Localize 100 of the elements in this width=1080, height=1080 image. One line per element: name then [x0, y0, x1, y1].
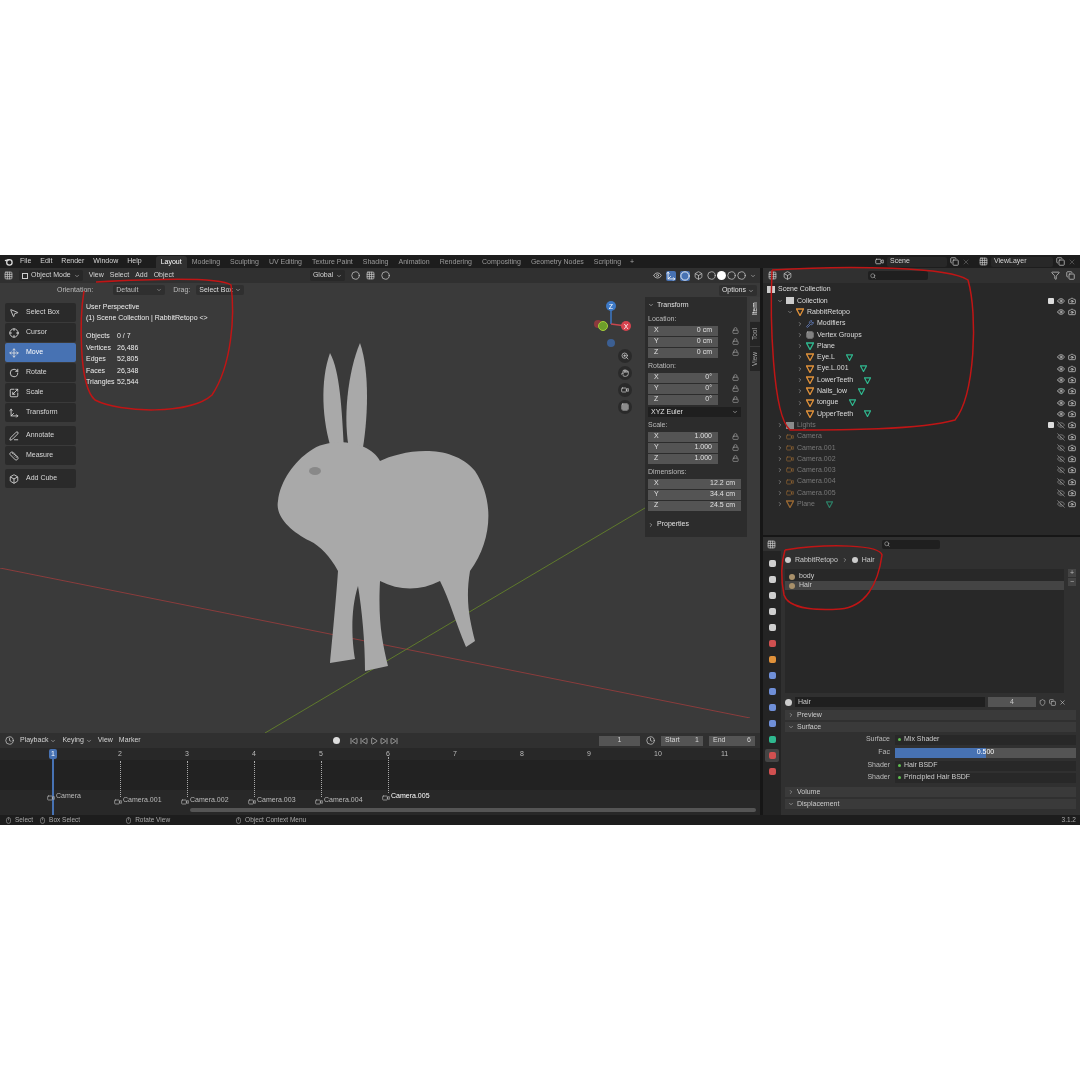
eye-icon[interactable]: [1057, 364, 1065, 373]
material-shading-icon[interactable]: [727, 271, 736, 280]
caret-icon[interactable]: [336, 272, 343, 279]
caret-icon[interactable]: [732, 409, 738, 415]
breadcrumb-icon: [785, 557, 791, 563]
close-icon[interactable]: [1059, 698, 1066, 706]
lock-icon[interactable]: [732, 374, 739, 381]
camera-marker-icon[interactable]: [315, 797, 323, 806]
search-field[interactable]: [868, 271, 928, 280]
pen-icon[interactable]: [9, 430, 19, 441]
jump-start-icon[interactable]: [349, 736, 358, 745]
rotate-icon[interactable]: [9, 367, 19, 378]
rendered-shading-icon[interactable]: [737, 271, 746, 280]
camera-icon[interactable]: [1068, 364, 1076, 373]
crosshair-icon[interactable]: [9, 327, 19, 338]
pivot-icon[interactable]: [351, 271, 361, 280]
editor-type-icon[interactable]: [4, 271, 13, 280]
marker-line: [254, 760, 255, 797]
copy-icon[interactable]: [1049, 698, 1056, 706]
display-mode-icon[interactable]: [783, 271, 792, 280]
transform-icon[interactable]: [9, 407, 19, 418]
shield-icon[interactable]: [1039, 698, 1046, 706]
lock-icon[interactable]: [732, 338, 739, 345]
scene-icon[interactable]: [875, 257, 884, 266]
marker-line: [321, 760, 322, 797]
eye-icon[interactable]: [1057, 387, 1065, 396]
camera-icon: [786, 477, 794, 486]
hand-icon[interactable]: [621, 369, 629, 377]
visibility-icon[interactable]: [653, 271, 662, 280]
lock-icon[interactable]: [732, 327, 739, 334]
previous-key-icon[interactable]: [359, 736, 368, 745]
camera-marker-icon[interactable]: [47, 793, 55, 802]
lock-icon[interactable]: [732, 349, 739, 356]
caret-icon[interactable]: [648, 302, 654, 308]
chevron-right-icon[interactable]: [648, 521, 654, 528]
camera-icon[interactable]: [1068, 308, 1076, 317]
search-field[interactable]: [882, 539, 940, 549]
eye-icon[interactable]: [1057, 308, 1065, 317]
eye-icon[interactable]: [1057, 409, 1065, 418]
move-icon[interactable]: [9, 347, 19, 358]
caret-icon[interactable]: [750, 272, 756, 279]
stopwatch-icon[interactable]: [646, 736, 655, 745]
record-icon[interactable]: [332, 737, 340, 744]
proportional-icon[interactable]: [381, 271, 391, 280]
eye-icon[interactable]: [1057, 398, 1065, 407]
camera-icon: [786, 466, 794, 475]
editor-type-icon[interactable]: [5, 736, 14, 745]
caret-icon[interactable]: [748, 287, 754, 294]
camera-icon[interactable]: [1068, 409, 1076, 418]
wireframe-shading-icon[interactable]: [707, 271, 716, 280]
cube-icon[interactable]: [9, 473, 19, 484]
camera-icon: [786, 455, 794, 464]
copy-icon[interactable]: [1056, 257, 1065, 266]
snap-icon[interactable]: [366, 271, 376, 280]
camera-marker-icon[interactable]: [382, 793, 390, 802]
chevron-right-icon[interactable]: [788, 712, 794, 718]
camera-icon[interactable]: [1068, 387, 1076, 396]
zoom-icon[interactable]: [621, 352, 629, 360]
filter-icon[interactable]: [1051, 271, 1060, 280]
caret-icon[interactable]: [50, 737, 57, 744]
triangle-icon: [796, 308, 804, 317]
eye-icon[interactable]: [1057, 376, 1065, 384]
play-icon[interactable]: [369, 736, 378, 745]
scale-icon[interactable]: [9, 387, 19, 398]
grid-icon[interactable]: [621, 403, 629, 411]
caret-icon[interactable]: [85, 737, 92, 744]
camera-icon[interactable]: [1068, 353, 1076, 362]
eye-icon[interactable]: [1057, 353, 1065, 362]
lock-icon[interactable]: [732, 396, 739, 403]
camera-icon[interactable]: [621, 386, 629, 394]
copy-icon[interactable]: [950, 257, 959, 266]
pointer-icon[interactable]: [9, 307, 19, 318]
xray-icon[interactable]: [694, 271, 703, 280]
camera-marker-icon[interactable]: [248, 797, 256, 806]
caret-icon[interactable]: [234, 287, 241, 294]
ruler-icon[interactable]: [9, 450, 19, 461]
caret-icon[interactable]: [73, 272, 80, 279]
layer-icon[interactable]: [979, 257, 988, 266]
editor-type-icon[interactable]: [767, 539, 776, 549]
gizmo-toggle-icon[interactable]: [666, 270, 676, 281]
checkbox[interactable]: [1048, 297, 1054, 304]
camera-marker-icon[interactable]: [114, 797, 122, 806]
wrench-icon: [806, 319, 814, 328]
overlay-toggle-icon[interactable]: [680, 270, 690, 281]
camera-icon[interactable]: [1068, 398, 1076, 407]
camera-icon[interactable]: [1068, 296, 1076, 305]
solid-shading-icon[interactable]: [717, 271, 726, 280]
next-key-icon[interactable]: [379, 736, 388, 745]
camera-icon[interactable]: [1068, 376, 1076, 384]
jump-end-icon[interactable]: [389, 736, 398, 745]
blender-logo-icon[interactable]: [4, 257, 13, 266]
eye-icon[interactable]: [1057, 296, 1065, 305]
lock-icon[interactable]: [732, 433, 739, 440]
lock-icon[interactable]: [732, 455, 739, 462]
camera-marker-icon[interactable]: [181, 797, 189, 806]
new-collection-icon[interactable]: [1066, 271, 1075, 280]
editor-type-icon[interactable]: [768, 271, 777, 280]
chevron-right-icon[interactable]: [788, 789, 794, 795]
lock-icon[interactable]: [732, 444, 739, 451]
lock-icon[interactable]: [732, 385, 739, 392]
